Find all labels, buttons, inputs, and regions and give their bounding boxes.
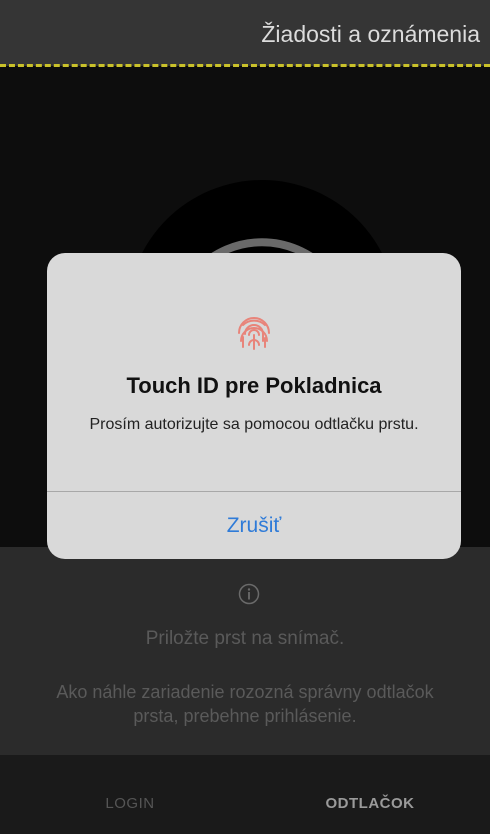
alert-message: Prosím autorizujte sa pomocou odtlačku p… [89, 416, 419, 433]
scanner-instruction: Priložte prst na snímač. [145, 628, 345, 649]
info-icon [238, 583, 260, 605]
tab-fingerprint[interactable]: ODTLAČOK [290, 795, 450, 812]
app-header: Žiadosti a oznámenia [0, 0, 490, 67]
alert-title: Touch ID pre Pokladnica [126, 373, 382, 398]
cancel-button[interactable]: Zrušiť [47, 492, 461, 559]
scanner-description: Ako náhle zariadenie rozozná správny odt… [56, 682, 434, 726]
touch-id-icon [238, 317, 270, 350]
touch-id-alert: Touch ID pre Pokladnica Prosím autorizuj… [47, 253, 461, 559]
page-title: Žiadosti a oznámenia [261, 21, 480, 47]
tab-login[interactable]: LOGIN [80, 795, 180, 812]
tab-bar: LOGIN ODTLAČOK [0, 755, 490, 834]
